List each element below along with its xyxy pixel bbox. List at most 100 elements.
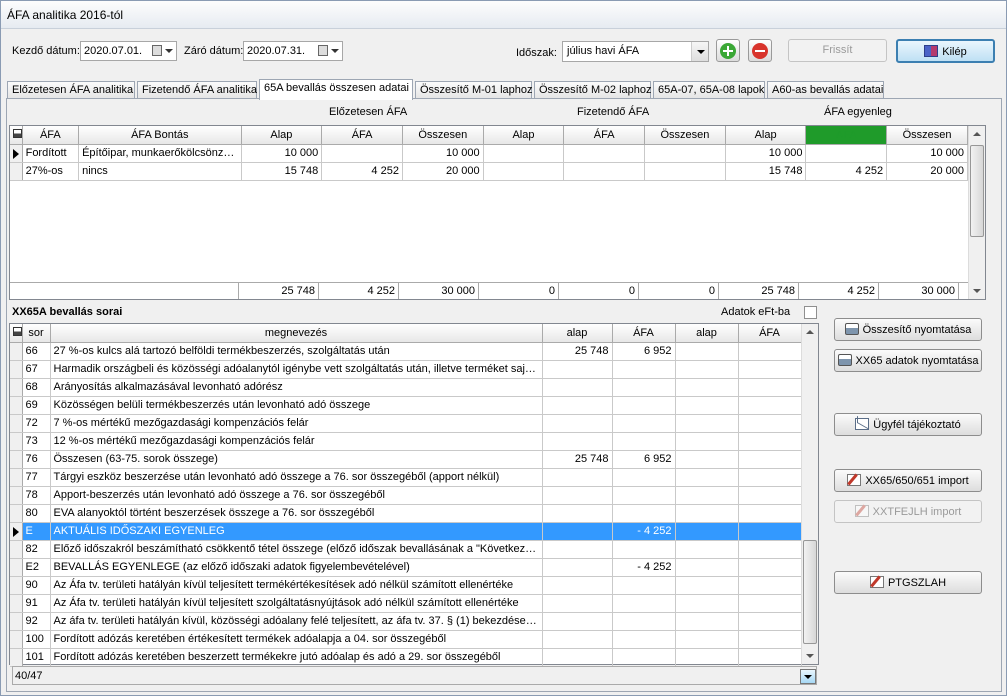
table-row[interactable]: 67 Harmadik országbeli és közösségi adóal… bbox=[10, 360, 802, 379]
value-cell[interactable] bbox=[675, 630, 739, 649]
cell[interactable]: 4 252 bbox=[321, 162, 403, 181]
value-cell[interactable] bbox=[542, 378, 613, 397]
description-cell[interactable]: Az áfa tv. területi hatályán kívül, közö… bbox=[50, 612, 543, 631]
grid-corner[interactable] bbox=[10, 324, 23, 343]
add-period-button[interactable] bbox=[716, 39, 740, 62]
value-cell[interactable] bbox=[542, 360, 613, 379]
cell[interactable]: 10 000 bbox=[886, 144, 968, 163]
row-number-cell[interactable]: 80 bbox=[22, 504, 51, 523]
row-number-cell[interactable]: 69 bbox=[22, 396, 51, 415]
table-row[interactable]: 72 7 %-os mértékű mezőgazdasági kompenzác… bbox=[10, 414, 802, 433]
table-row[interactable]: 69 Közösségen belüli termékbeszerzés után… bbox=[10, 396, 802, 415]
value-cell[interactable] bbox=[738, 558, 802, 577]
value-cell[interactable]: - 4 252 bbox=[612, 522, 676, 541]
value-cell[interactable] bbox=[612, 576, 676, 595]
value-cell[interactable] bbox=[738, 396, 802, 415]
table-row[interactable]: Fordított Építőipar, munkaerőkölcsönzés.… bbox=[10, 144, 968, 163]
value-cell[interactable] bbox=[542, 522, 613, 541]
value-cell[interactable] bbox=[542, 594, 613, 613]
lower-grid-scrollbar[interactable] bbox=[801, 324, 818, 664]
row-number-cell[interactable]: 90 bbox=[22, 576, 51, 595]
row-number-cell[interactable]: E2 bbox=[22, 558, 51, 577]
value-cell[interactable] bbox=[738, 576, 802, 595]
table-row[interactable]: 78 Apport-beszerzés után levonható adó ös… bbox=[10, 486, 802, 505]
cell[interactable] bbox=[644, 144, 726, 163]
cell[interactable] bbox=[483, 162, 565, 181]
table-row[interactable]: 76 Összesen (63-75. sorok összege) 25 748 6… bbox=[10, 450, 802, 469]
table-row[interactable]: 90 Az Áfa tv. területi hatályán kívül tel… bbox=[10, 576, 802, 595]
description-cell[interactable]: 12 %-os mértékű mezőgazdasági kompenzáci… bbox=[50, 432, 543, 451]
description-cell[interactable]: Az Áfa tv. területi hatályán kívül telje… bbox=[50, 576, 543, 595]
table-row[interactable]: 82 Előző időszakról beszámítható csökkent… bbox=[10, 540, 802, 559]
col-header[interactable]: ÁFA bbox=[738, 324, 802, 343]
row-number-cell[interactable]: 73 bbox=[22, 432, 51, 451]
value-cell[interactable] bbox=[675, 450, 739, 469]
cell[interactable] bbox=[563, 162, 646, 181]
cell[interactable]: 10 000 bbox=[402, 144, 484, 163]
value-cell[interactable] bbox=[675, 576, 739, 595]
value-cell[interactable] bbox=[542, 468, 613, 487]
value-cell[interactable] bbox=[542, 486, 613, 505]
calendar-icon[interactable] bbox=[152, 45, 162, 56]
col-header-highlighted[interactable]: ÁFA bbox=[805, 126, 888, 145]
value-cell[interactable] bbox=[612, 414, 676, 433]
cell[interactable] bbox=[563, 144, 646, 163]
table-row[interactable]: 66 27 %-os kulcs alá tartozó belföldi ter… bbox=[10, 342, 802, 361]
eft-checkbox[interactable] bbox=[804, 306, 817, 319]
value-cell[interactable]: - 4 252 bbox=[612, 558, 676, 577]
value-cell[interactable] bbox=[612, 486, 676, 505]
value-cell[interactable] bbox=[738, 432, 802, 451]
cell[interactable]: 15 748 bbox=[241, 162, 323, 181]
value-cell[interactable] bbox=[675, 504, 739, 523]
remove-period-button[interactable] bbox=[748, 39, 772, 62]
value-cell[interactable] bbox=[675, 396, 739, 415]
xx65-print-button[interactable]: XX65 adatok nyomtatása bbox=[834, 349, 982, 372]
scroll-up-icon[interactable] bbox=[969, 126, 985, 142]
table-row[interactable]: 73 12 %-os mértékű mezőgazdasági kompenzá… bbox=[10, 432, 802, 451]
cell[interactable]: nincs bbox=[78, 162, 242, 181]
tab-65a-osszesen[interactable]: 65A bevallás összesen adatai bbox=[259, 79, 413, 100]
value-cell[interactable] bbox=[675, 414, 739, 433]
col-header[interactable]: Alap bbox=[725, 126, 807, 145]
chevron-down-icon[interactable] bbox=[691, 42, 708, 61]
value-cell[interactable] bbox=[738, 504, 802, 523]
scroll-down-icon[interactable] bbox=[802, 648, 818, 664]
value-cell[interactable] bbox=[612, 594, 676, 613]
cell[interactable]: 10 000 bbox=[241, 144, 323, 163]
value-cell[interactable] bbox=[612, 648, 676, 667]
value-cell[interactable] bbox=[675, 612, 739, 631]
value-cell[interactable] bbox=[738, 486, 802, 505]
cell[interactable] bbox=[805, 144, 888, 163]
value-cell[interactable] bbox=[612, 468, 676, 487]
col-header[interactable]: Összesen bbox=[402, 126, 484, 145]
row-number-cell[interactable]: E bbox=[22, 522, 51, 541]
value-cell[interactable] bbox=[542, 576, 613, 595]
value-cell[interactable] bbox=[738, 540, 802, 559]
value-cell[interactable] bbox=[675, 558, 739, 577]
col-header[interactable]: Összesen bbox=[644, 126, 726, 145]
ptgszlah-button[interactable]: PTGSZLAH bbox=[834, 571, 982, 594]
grid-corner[interactable] bbox=[10, 126, 23, 145]
description-cell[interactable]: 27 %-os kulcs alá tartozó belföldi termé… bbox=[50, 342, 543, 361]
tab-65a-07-08[interactable]: 65A-07, 65A-08 lapok bbox=[653, 81, 765, 99]
row-number-cell[interactable]: 67 bbox=[22, 360, 51, 379]
cell[interactable]: 4 252 bbox=[805, 162, 888, 181]
cell[interactable] bbox=[644, 162, 726, 181]
xxtfejlh-import-button[interactable]: XXTFEJLH import bbox=[834, 500, 982, 523]
value-cell[interactable] bbox=[675, 432, 739, 451]
tab-m01[interactable]: Összesítő M-01 laphoz bbox=[415, 81, 533, 99]
value-cell[interactable] bbox=[612, 378, 676, 397]
scroll-thumb[interactable] bbox=[803, 540, 817, 644]
value-cell[interactable] bbox=[738, 360, 802, 379]
col-header[interactable]: ÁFA bbox=[612, 324, 676, 343]
scroll-up-icon[interactable] bbox=[802, 324, 818, 340]
tab-m02[interactable]: Összesítő M-02 laphoz bbox=[534, 81, 652, 99]
value-cell[interactable] bbox=[612, 432, 676, 451]
value-cell[interactable] bbox=[612, 612, 676, 631]
value-cell[interactable] bbox=[612, 630, 676, 649]
value-cell[interactable] bbox=[738, 648, 802, 667]
value-cell[interactable] bbox=[675, 648, 739, 667]
table-row[interactable]: 68 Arányosítás alkalmazásával levonható a… bbox=[10, 378, 802, 397]
cell[interactable]: Fordított bbox=[22, 144, 80, 163]
description-cell[interactable]: Közösségen belüli termékbeszerzés után l… bbox=[50, 396, 543, 415]
